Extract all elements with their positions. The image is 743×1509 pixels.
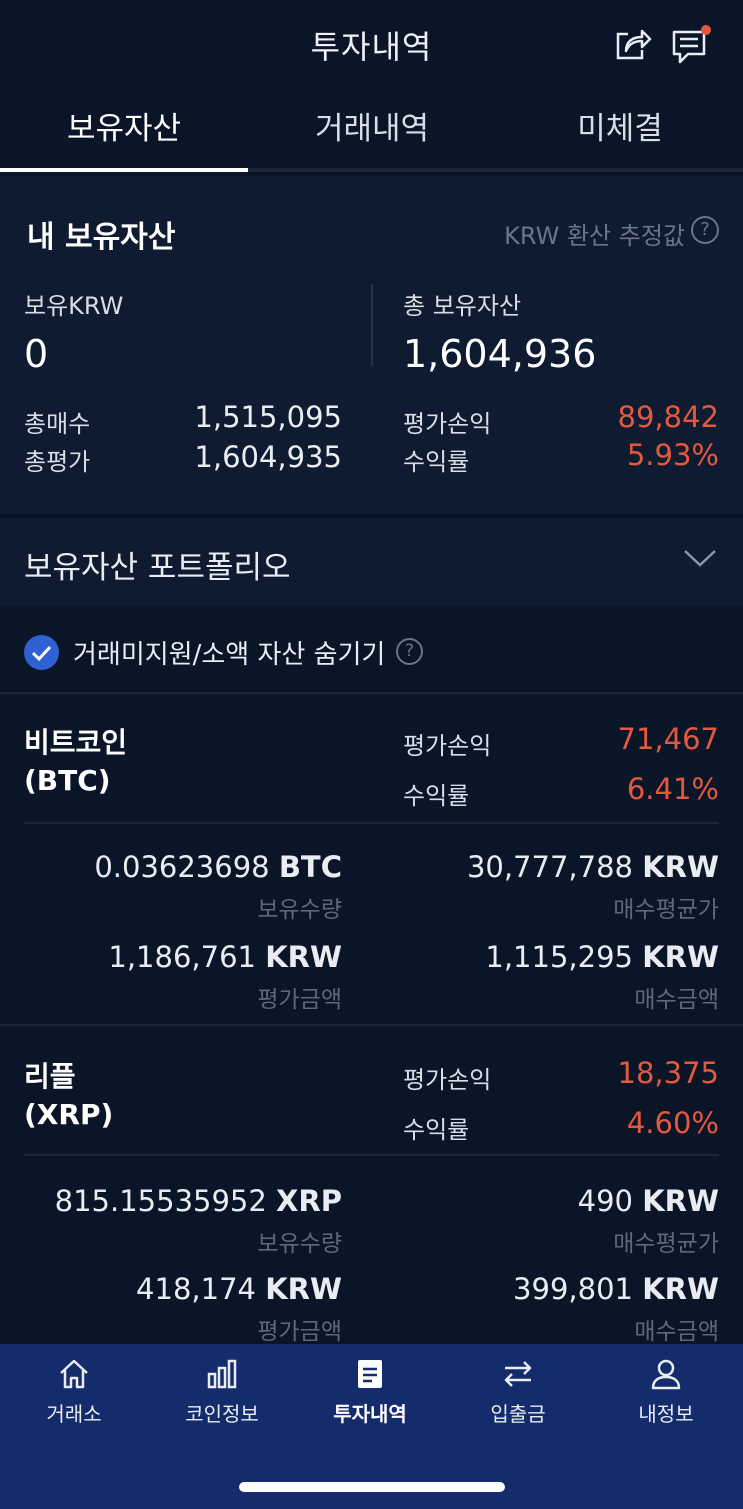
buy-amount: 1,115,295 KRW xyxy=(485,940,719,974)
nav-investments[interactable]: 투자내역 xyxy=(296,1356,444,1427)
return-label: 수익률 xyxy=(403,448,470,476)
tab-trade-history[interactable]: 거래내역 xyxy=(248,86,496,172)
help-icon[interactable]: ? xyxy=(396,638,423,665)
transfer-icon xyxy=(504,1361,532,1387)
buy-amount: 399,801 KRW xyxy=(513,1272,719,1306)
check-icon xyxy=(31,645,52,662)
holding-quantity: 0.03623698 BTC xyxy=(94,850,342,884)
avg-buy-price: 490 KRW xyxy=(577,1184,719,1218)
holding-quantity-label: 보유수량 xyxy=(257,1231,342,1257)
nav-label: 입출금 xyxy=(490,1402,546,1426)
tab-holdings[interactable]: 보유자산 xyxy=(0,86,248,172)
share-icon[interactable] xyxy=(612,24,652,64)
portfolio-label: 보유자산 포트폴리오 xyxy=(24,550,291,586)
eval-amount: 418,174 KRW xyxy=(136,1272,342,1306)
nav-label: 거래소 xyxy=(46,1402,102,1426)
asset-symbol: (BTC) xyxy=(24,764,111,797)
asset-return-label: 수익률 xyxy=(403,782,470,810)
eval-amount: 1,186,761 KRW xyxy=(108,940,342,974)
nav-label: 코인정보 xyxy=(185,1402,259,1426)
total-buy-value: 1,515,095 xyxy=(194,400,342,434)
return-value: 5.93% xyxy=(626,438,719,472)
active-tab-indicator xyxy=(0,168,248,172)
asset-return-label: 수익률 xyxy=(403,1116,470,1144)
home-indicator[interactable] xyxy=(239,1482,505,1492)
tab-bar: 보유자산 거래내역 미체결 xyxy=(0,86,743,172)
avg-buy-price-label: 매수평균가 xyxy=(613,897,719,923)
asset-name: 비트코인 (BTC) xyxy=(24,724,127,800)
chat-icon[interactable] xyxy=(670,24,712,66)
nav-label: 내정보 xyxy=(638,1402,694,1426)
app-header: 투자내역 xyxy=(0,0,743,86)
asset-pnl-label: 평가손익 xyxy=(403,732,492,760)
help-icon[interactable]: ? xyxy=(691,216,719,244)
holdings-summary-card: 내 보유자산 KRW 환산 추정값 ? 보유KRW 0 총 보유자산 1,604… xyxy=(0,176,743,514)
pnl-value: 89,842 xyxy=(617,400,719,434)
document-icon xyxy=(358,1360,382,1388)
total-assets-value: 1,604,936 xyxy=(403,332,597,376)
nav-deposit-withdraw[interactable]: 입출금 xyxy=(444,1356,592,1427)
asset-item-btc[interactable]: 비트코인 (BTC) 평가손익 71,467 수익률 6.41% 0.03623… xyxy=(0,696,743,1026)
tab-open-orders[interactable]: 미체결 xyxy=(496,86,743,172)
notification-dot xyxy=(701,25,711,35)
eval-amount-label: 평가금액 xyxy=(257,987,342,1013)
krw-label: 보유KRW xyxy=(24,292,124,320)
avg-buy-price: 30,777,788 KRW xyxy=(466,850,719,884)
hide-small-assets-label: 거래미지원/소액 자산 숨기기 xyxy=(73,640,386,670)
summary-divider xyxy=(371,284,373,366)
pnl-label: 평가손익 xyxy=(403,410,492,438)
total-buy-label: 총매수 xyxy=(24,410,91,438)
portfolio-expander[interactable]: 보유자산 포트폴리오 xyxy=(0,518,743,606)
asset-divider xyxy=(24,822,719,824)
nav-exchange[interactable]: 거래소 xyxy=(0,1356,148,1427)
asset-return-value: 6.41% xyxy=(626,772,719,806)
asset-item-xrp[interactable]: 리플 (XRP) 평가손익 18,375 수익률 4.60% 815.15535… xyxy=(0,1028,743,1345)
eval-amount-label: 평가금액 xyxy=(257,1319,342,1345)
asset-name: 리플 (XRP) xyxy=(24,1058,113,1134)
avg-buy-price-label: 매수평균가 xyxy=(613,1231,719,1257)
nav-coin-info[interactable]: 코인정보 xyxy=(148,1356,296,1427)
total-eval-label: 총평가 xyxy=(24,448,91,476)
hide-small-assets-row: 거래미지원/소액 자산 숨기기 ? xyxy=(0,610,743,694)
asset-name-korean: 리플 xyxy=(24,1060,76,1093)
krw-estimate-note: KRW 환산 추정값 xyxy=(504,222,685,250)
hide-small-assets-checkbox[interactable] xyxy=(24,635,59,670)
home-icon xyxy=(60,1359,88,1389)
total-eval-value: 1,604,935 xyxy=(194,440,342,474)
chevron-down-icon xyxy=(684,550,716,567)
asset-pnl-value: 71,467 xyxy=(617,722,719,756)
person-icon xyxy=(651,1359,681,1390)
holding-quantity: 815.15535952 XRP xyxy=(54,1184,342,1218)
holding-quantity-label: 보유수량 xyxy=(257,897,342,923)
asset-pnl-value: 18,375 xyxy=(617,1056,719,1090)
asset-separator xyxy=(0,1024,743,1026)
buy-amount-label: 매수금액 xyxy=(634,987,719,1013)
summary-heading: 내 보유자산 xyxy=(27,220,176,255)
bar-chart-icon xyxy=(207,1359,237,1389)
asset-return-value: 4.60% xyxy=(626,1106,719,1140)
buy-amount-label: 매수금액 xyxy=(634,1319,719,1345)
total-assets-label: 총 보유자산 xyxy=(403,292,522,320)
krw-value: 0 xyxy=(24,332,49,376)
asset-name-korean: 비트코인 xyxy=(24,726,128,759)
nav-my-info[interactable]: 내정보 xyxy=(592,1356,740,1427)
asset-pnl-label: 평가손익 xyxy=(403,1066,492,1094)
nav-label: 투자내역 xyxy=(333,1402,407,1426)
asset-symbol: (XRP) xyxy=(24,1098,114,1131)
asset-divider xyxy=(24,1154,719,1156)
